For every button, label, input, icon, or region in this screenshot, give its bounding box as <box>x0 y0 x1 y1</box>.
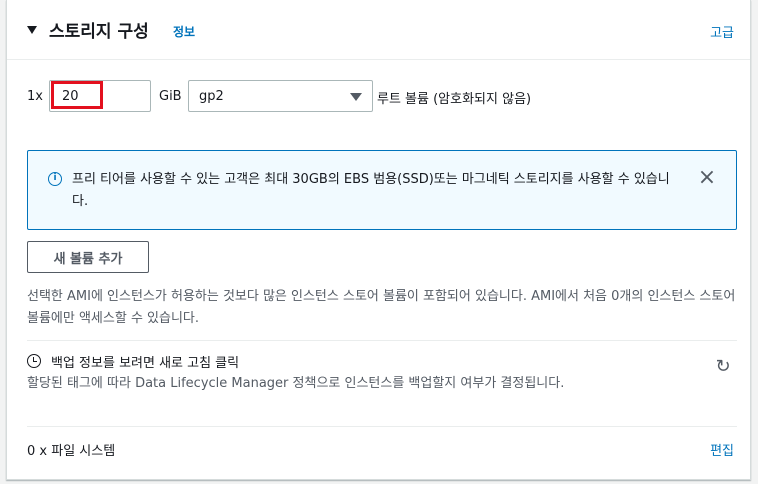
volume-type-value: gp2 <box>199 89 224 104</box>
storage-config-panel: 스토리지 구성 정보 고급 1x GiB gp2 루트 볼륨 (암호화되지 않음… <box>6 0 751 480</box>
root-volume-label: 루트 볼륨 (암호화되지 않음) <box>377 92 532 107</box>
backup-title: 백업 정보를 보려면 새로 고침 클릭 <box>51 356 240 371</box>
free-tier-alert: i 프리 티어를 사용할 수 있는 고객은 최대 30GB의 EBS 범용(SS… <box>27 150 737 230</box>
info-icon: i <box>48 172 62 186</box>
clock-icon <box>27 354 41 368</box>
advanced-link[interactable]: 고급 <box>710 22 734 41</box>
volume-size-input[interactable] <box>49 80 151 112</box>
dropdown-arrow-icon <box>350 93 362 101</box>
backup-description: 할당된 태그에 따라 Data Lifecycle Manager 정책으로 인… <box>27 376 565 391</box>
volume-count-label: 1x <box>27 89 43 104</box>
close-icon[interactable]: × <box>696 167 718 189</box>
root-volume-row: 1x GiB gp2 루트 볼륨 (암호화되지 않음) <box>7 78 750 114</box>
caret-down-icon[interactable] <box>27 26 37 34</box>
divider <box>27 426 737 427</box>
refresh-icon[interactable]: ↻ <box>714 358 732 376</box>
file-system-label: 0 x 파일 시스템 <box>27 444 116 459</box>
divider <box>27 340 737 341</box>
add-volume-button[interactable]: 새 볼륨 추가 <box>27 241 149 273</box>
volume-type-select[interactable]: gp2 <box>188 80 373 112</box>
alert-text: 프리 티어를 사용할 수 있는 고객은 최대 30GB의 EBS 범용(SSD)… <box>72 172 670 209</box>
panel-title: 스토리지 구성 <box>49 22 149 42</box>
panel-header[interactable]: 스토리지 구성 정보 고급 <box>7 0 750 60</box>
size-unit-label: GiB <box>159 89 182 104</box>
edit-file-system-link[interactable]: 편집 <box>710 440 734 459</box>
info-link[interactable]: 정보 <box>173 23 195 40</box>
instance-store-description: 선택한 AMI에 인스턴스가 허용하는 것보다 많은 인스턴스 스토어 볼륨이 … <box>27 289 736 326</box>
